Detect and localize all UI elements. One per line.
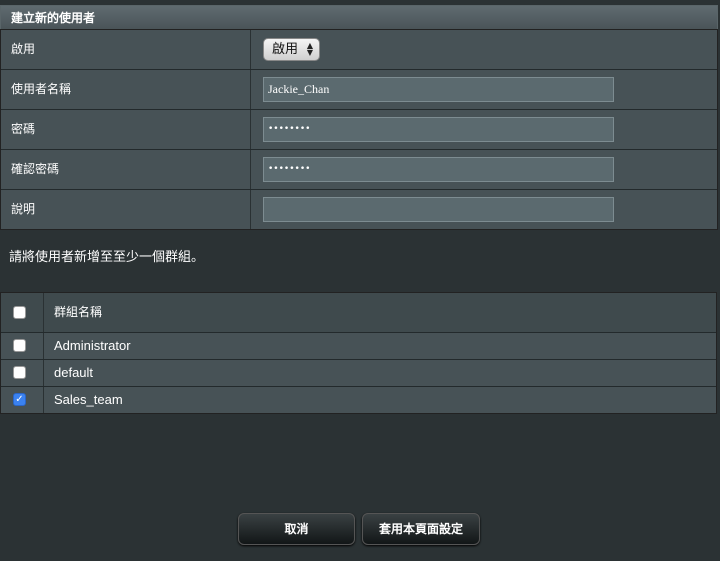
- table-row: Administrator: [1, 332, 716, 359]
- enable-select[interactable]: 啟用 ▲ ▼: [263, 38, 320, 61]
- row-check-cell: ✓: [1, 387, 44, 413]
- select-all-checkbox[interactable]: [13, 306, 26, 319]
- checkmark-icon: ✓: [15, 394, 24, 405]
- apply-settings-button[interactable]: 套用本頁面設定: [362, 513, 480, 545]
- password-label: 密碼: [1, 110, 251, 149]
- confirm-password-input[interactable]: ••••••••: [263, 157, 614, 182]
- group-name: default: [54, 365, 94, 380]
- username-label: 使用者名稱: [1, 70, 251, 109]
- enable-select-value: 啟用: [272, 42, 299, 57]
- form-row-username: 使用者名稱 Jackie_Chan: [1, 69, 717, 109]
- form-row-confirm-password: 確認密碼 ••••••••: [1, 149, 717, 189]
- form-row-description: 說明: [1, 189, 717, 229]
- password-value-cell: ••••••••: [251, 110, 717, 149]
- form-row-enable: 啟用 啟用 ▲ ▼: [1, 30, 717, 69]
- table-row: ✓ Sales_team: [1, 386, 716, 413]
- create-user-page: 建立新的使用者 啟用 啟用 ▲ ▼ 使用者名稱 Jackie_Chan 密碼 ••…: [0, 0, 720, 561]
- group-hint-text: 請將使用者新增至至少一個群組。: [9, 250, 205, 265]
- group-table-header: 群組名稱: [1, 293, 716, 332]
- table-row: default: [1, 359, 716, 386]
- group-checkbox-administrator[interactable]: [13, 339, 26, 352]
- password-input[interactable]: ••••••••: [263, 117, 614, 142]
- group-name: Administrator: [54, 338, 131, 353]
- updown-arrows-icon: ▲ ▼: [306, 41, 313, 57]
- cancel-button[interactable]: 取消: [238, 513, 355, 545]
- group-name-header: 群組名稱: [54, 305, 103, 319]
- enable-label: 啟用: [1, 30, 251, 69]
- row-check-cell: [1, 360, 44, 386]
- form-header: 建立新的使用者: [0, 5, 718, 29]
- group-checkbox-default[interactable]: [13, 366, 26, 379]
- group-checkbox-sales-team[interactable]: ✓: [13, 393, 26, 406]
- row-check-cell: [1, 333, 44, 359]
- description-label: 說明: [1, 190, 251, 229]
- confirm-password-value-cell: ••••••••: [251, 150, 717, 189]
- username-input[interactable]: Jackie_Chan: [263, 77, 614, 102]
- create-user-form: 啟用 啟用 ▲ ▼ 使用者名稱 Jackie_Chan 密碼 •••••••• 確…: [0, 29, 718, 230]
- username-value-cell: Jackie_Chan: [251, 70, 717, 109]
- form-row-password: 密碼 ••••••••: [1, 109, 717, 149]
- confirm-password-label: 確認密碼: [1, 150, 251, 189]
- enable-value-cell: 啟用 ▲ ▼: [251, 30, 717, 69]
- group-table: 群組名稱 Administrator default ✓ Sales_team: [0, 292, 717, 414]
- description-input[interactable]: [263, 197, 614, 222]
- description-value-cell: [251, 190, 717, 229]
- header-check-cell: [1, 293, 44, 332]
- group-name: Sales_team: [54, 392, 123, 407]
